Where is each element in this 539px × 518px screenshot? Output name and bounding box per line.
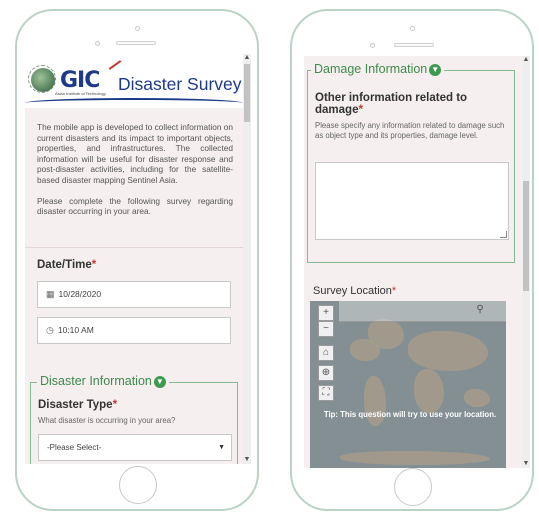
logo-accent [108,60,122,70]
scrollbar-thumb[interactable] [244,64,250,122]
phone-frame-right: Damage Information ▼ Other information re… [290,9,534,511]
datetime-question-title: Date/Time* [37,259,96,271]
front-camera [410,26,415,31]
calendar-icon: ▦ [46,289,55,299]
crosshair-icon[interactable]: ⊕ [318,365,334,381]
disaster-type-hint: What disaster is occurring in your area? [38,416,176,425]
survey-screen-scrolled: Damage Information ▼ Other information re… [304,56,530,468]
required-mark: * [391,285,397,297]
disaster-type-selected: -Please Select- [47,443,102,452]
front-camera [135,26,140,31]
chevron-down-icon[interactable]: ▼ [153,375,166,388]
time-value: 10:10 AM [57,325,94,335]
damage-information-group: Damage Information ▼ Other information re… [307,62,515,263]
home-icon[interactable]: ⌂ [318,345,334,361]
disaster-type-select[interactable]: -Please Select- ▼ [38,434,232,461]
header-swoosh [25,98,243,108]
phone-frame-left: GIC Disaster Survey Asian Institute of T… [15,9,259,511]
scroll-down-icon[interactable]: ▼ [243,456,251,464]
chevron-down-icon[interactable]: ▼ [429,63,442,76]
location-tip: Tip: This question will try to use your … [323,410,497,419]
damage-question-title: Other information related to damage* [315,92,505,116]
gic-logo: GIC [60,68,100,93]
section-divider [25,247,243,248]
disaster-group-title: Disaster Information [40,374,152,388]
location-map[interactable]: ⚲ + − ⌂ ⊕ ⛶ Tip: This question will try … [310,301,506,468]
scroll-up-icon[interactable]: ▲ [243,54,251,62]
scrollbar-thumb[interactable] [523,181,529,291]
search-icon[interactable]: ⚲ [472,303,488,319]
intro-paragraph-1: The mobile app is developed to collect i… [37,122,234,185]
damage-hint: Please specify any information related t… [315,121,505,140]
disaster-type-question-title: Disaster Type* [38,399,117,411]
fullscreen-icon[interactable]: ⛶ [318,385,334,401]
scrollbar[interactable]: ▲ ▼ [243,54,251,464]
zoom-out-button[interactable]: − [318,321,334,337]
home-button[interactable] [119,466,157,504]
location-label: Survey Location [313,285,392,297]
home-button[interactable] [394,468,432,506]
speaker-grille [116,41,156,45]
front-sensor [370,43,375,48]
clock-icon: ◷ [46,325,54,335]
scroll-up-icon[interactable]: ▲ [522,56,530,64]
required-mark: * [112,399,118,411]
damage-textarea[interactable] [315,162,509,240]
survey-screen: GIC Disaster Survey Asian Institute of T… [25,54,251,464]
datetime-label: Date/Time [37,259,92,271]
front-sensor [95,41,100,46]
date-input[interactable]: ▦ 10/28/2020 [37,281,231,308]
map-disabled-overlay [310,301,506,468]
damage-group-title: Damage Information [314,62,428,76]
disaster-group-header[interactable]: Disaster Information ▼ [37,374,169,388]
speaker-grille [394,43,434,47]
disaster-type-label: Disaster Type [38,399,113,411]
logo-subtitle: Asian Institute of Technology [55,91,106,96]
scroll-down-icon[interactable]: ▼ [522,460,530,468]
required-mark: * [91,259,97,271]
zoom-in-button[interactable]: + [318,305,334,321]
survey-intro: The mobile app is developed to collect i… [37,122,233,227]
required-mark: * [358,104,363,116]
app-title: Disaster Survey [118,74,242,94]
resize-handle[interactable] [500,231,507,238]
location-question-title: Survey Location* [313,285,396,297]
globe-logo-icon [31,68,55,92]
caret-down-icon: ▼ [218,444,225,451]
disaster-information-group: Disaster Information ▼ Disaster Type* Wha… [30,374,238,464]
time-input[interactable]: ◷ 10:10 AM [37,317,231,344]
scrollbar[interactable]: ▲ ▼ [522,56,530,468]
damage-question-label: Other information related to damage [315,92,468,116]
intro-paragraph-2: Please complete the following survey reg… [37,195,233,217]
damage-group-header[interactable]: Damage Information ▼ [311,62,445,76]
survey-header: GIC Disaster Survey Asian Institute of T… [25,54,243,108]
date-value: 10/28/2020 [58,289,102,299]
